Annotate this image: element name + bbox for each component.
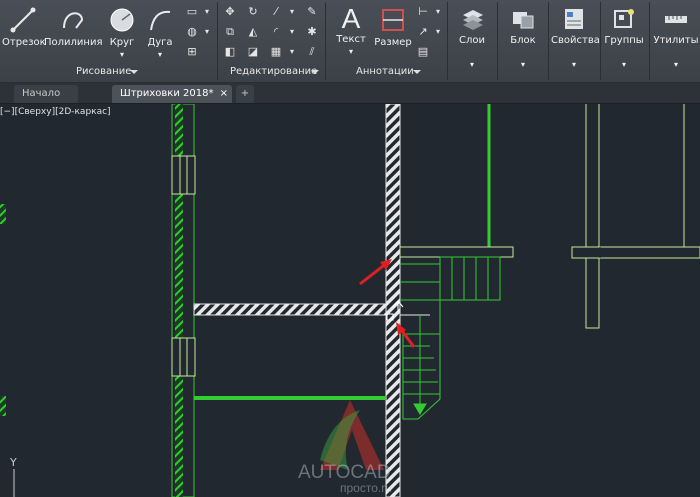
ribbon: Отрезок Полилиния Круг ▾ Дуга ▾ ▭ ◍ ⊞ ▾ …	[0, 0, 700, 83]
tab-start-label: Начало	[22, 88, 61, 99]
layers-button[interactable]: Слои ▾	[452, 6, 492, 69]
fillet-dropdown-icon[interactable]: ▾	[286, 26, 298, 38]
text-tool-button[interactable]: A Текст ▾	[333, 3, 369, 57]
properties-button[interactable]: Свойства ▾	[551, 6, 600, 69]
utilities-dropdown-icon[interactable]: ▾	[652, 60, 700, 69]
panel-separator	[325, 2, 326, 80]
circle-dropdown-icon[interactable]: ▾	[104, 50, 140, 59]
block-icon	[513, 12, 534, 29]
utilities-button[interactable]: Утилиты ▾	[652, 6, 700, 69]
annotation-panel-title[interactable]: Аннотации	[356, 66, 414, 77]
groups-icon	[614, 9, 634, 28]
arc-tool-label: Дуга	[147, 37, 173, 48]
rectangle-dropdown-icon[interactable]: ▾	[201, 6, 213, 18]
close-tab-icon[interactable]: ×	[220, 85, 228, 103]
block-label: Блок	[510, 35, 536, 46]
arc-tool-button[interactable]: Дуга ▾	[142, 6, 178, 59]
tab-drawing-label: Штриховки 2018*	[120, 88, 214, 99]
table-icon[interactable]: ▤	[417, 46, 429, 58]
layers-dropdown-icon[interactable]: ▾	[452, 60, 492, 69]
dimension-tool-label: Размер	[374, 37, 412, 48]
line-icon	[10, 7, 36, 33]
circle-tool-button[interactable]: Круг ▾	[104, 6, 140, 59]
staircase	[399, 104, 514, 420]
arc-dropdown-icon[interactable]: ▾	[142, 50, 178, 59]
viewport-controls-label[interactable]: [−][Сверху][2D-каркас]	[0, 107, 111, 117]
properties-label: Свойства	[551, 35, 600, 46]
rectangle-icon[interactable]: ▭	[186, 6, 198, 18]
panel-separator	[447, 2, 448, 80]
text-icon: A	[341, 3, 361, 34]
draw-panel-dropdown-icon[interactable]	[130, 70, 138, 74]
panel-separator	[217, 2, 218, 80]
fillet-icon[interactable]: ◜	[270, 26, 282, 38]
draw-panel-title[interactable]: Рисование	[76, 66, 131, 77]
layers-label: Слои	[459, 35, 485, 46]
scale-icon[interactable]: ◪	[247, 46, 259, 58]
polyline-tool-label: Полилиния	[44, 37, 103, 48]
explode-icon[interactable]: ✱	[306, 26, 318, 38]
layers-icon	[463, 10, 483, 30]
hatched-wall-horizontal[interactable]	[193, 303, 387, 316]
dimension-icon	[382, 9, 404, 31]
rotate-icon[interactable]: ↻	[247, 6, 259, 18]
offset-icon[interactable]: ⫽	[306, 46, 318, 58]
window-opening-bottom	[171, 337, 196, 377]
groups-dropdown-icon[interactable]: ▾	[603, 60, 645, 69]
move-icon[interactable]: ✥	[224, 6, 236, 18]
modify-panel-dropdown-icon[interactable]	[311, 70, 319, 74]
linear-dim-dropdown-icon[interactable]: ▾	[432, 6, 444, 18]
file-tab-bar: Начало Штриховки 2018* × +	[0, 83, 700, 104]
edge-hatch-mark	[0, 396, 6, 416]
array-dropdown-icon[interactable]: ▾	[286, 46, 298, 58]
polyline-icon	[63, 12, 84, 29]
array-icon[interactable]: ▦	[270, 46, 282, 58]
copy-icon[interactable]: ⧉	[224, 26, 236, 38]
properties-dropdown-icon[interactable]: ▾	[551, 60, 597, 69]
panel-separator	[497, 2, 498, 80]
panel-separator	[600, 2, 601, 80]
text-dropdown-icon[interactable]: ▾	[333, 47, 369, 56]
annotation-panel-dropdown-icon[interactable]	[413, 70, 421, 74]
groups-button[interactable]: Группы ▾	[603, 6, 645, 69]
block-button[interactable]: Блок ▾	[502, 6, 544, 69]
dimension-tool-button[interactable]: Размер	[374, 6, 412, 48]
block-dropdown-icon[interactable]: ▾	[502, 60, 544, 69]
modify-panel-title[interactable]: Редактирование	[230, 66, 317, 77]
mirror-icon[interactable]: ◭	[247, 26, 259, 38]
linear-dim-icon[interactable]: ⊢	[417, 6, 429, 18]
new-tab-button[interactable]: +	[236, 85, 254, 103]
panel-separator	[548, 2, 549, 80]
trim-icon[interactable]: ⁄	[270, 6, 282, 18]
properties-icon	[565, 9, 583, 29]
utilities-label: Утилиты	[653, 35, 699, 46]
circle-tool-label: Круг	[109, 37, 135, 48]
line-tool-label: Отрезок	[2, 37, 46, 48]
erase-icon[interactable]: ✎	[306, 6, 318, 18]
leader-dropdown-icon[interactable]: ▾	[432, 26, 444, 38]
ucs-y-label: Y	[10, 456, 17, 469]
circle-icon	[110, 8, 134, 32]
hatch-dropdown-icon[interactable]: ▾	[201, 26, 213, 38]
watermark-subtitle: просто.ru	[340, 481, 392, 495]
boundary-icon[interactable]: ⊞	[186, 46, 198, 58]
arc-icon	[150, 10, 171, 31]
utilities-icon	[665, 16, 687, 23]
stretch-icon[interactable]: ◧	[224, 46, 236, 58]
tab-start[interactable]: Начало	[14, 85, 78, 103]
text-tool-label: Текст	[336, 34, 366, 45]
edge-hatch-mark	[0, 204, 6, 224]
window-opening-top	[171, 155, 196, 195]
right-room-walls	[571, 104, 700, 329]
groups-label: Группы	[604, 35, 644, 46]
polyline-tool-button[interactable]: Полилиния	[44, 6, 102, 48]
line-tool-button[interactable]: Отрезок	[2, 6, 46, 48]
trim-dropdown-icon[interactable]: ▾	[286, 6, 298, 18]
hatch-tool-icon[interactable]: ◍	[186, 26, 198, 38]
tab-drawing[interactable]: Штриховки 2018* ×	[112, 85, 232, 103]
plus-icon: +	[240, 88, 250, 99]
leader-icon[interactable]: ↗	[417, 26, 429, 38]
panel-separator	[649, 2, 650, 80]
